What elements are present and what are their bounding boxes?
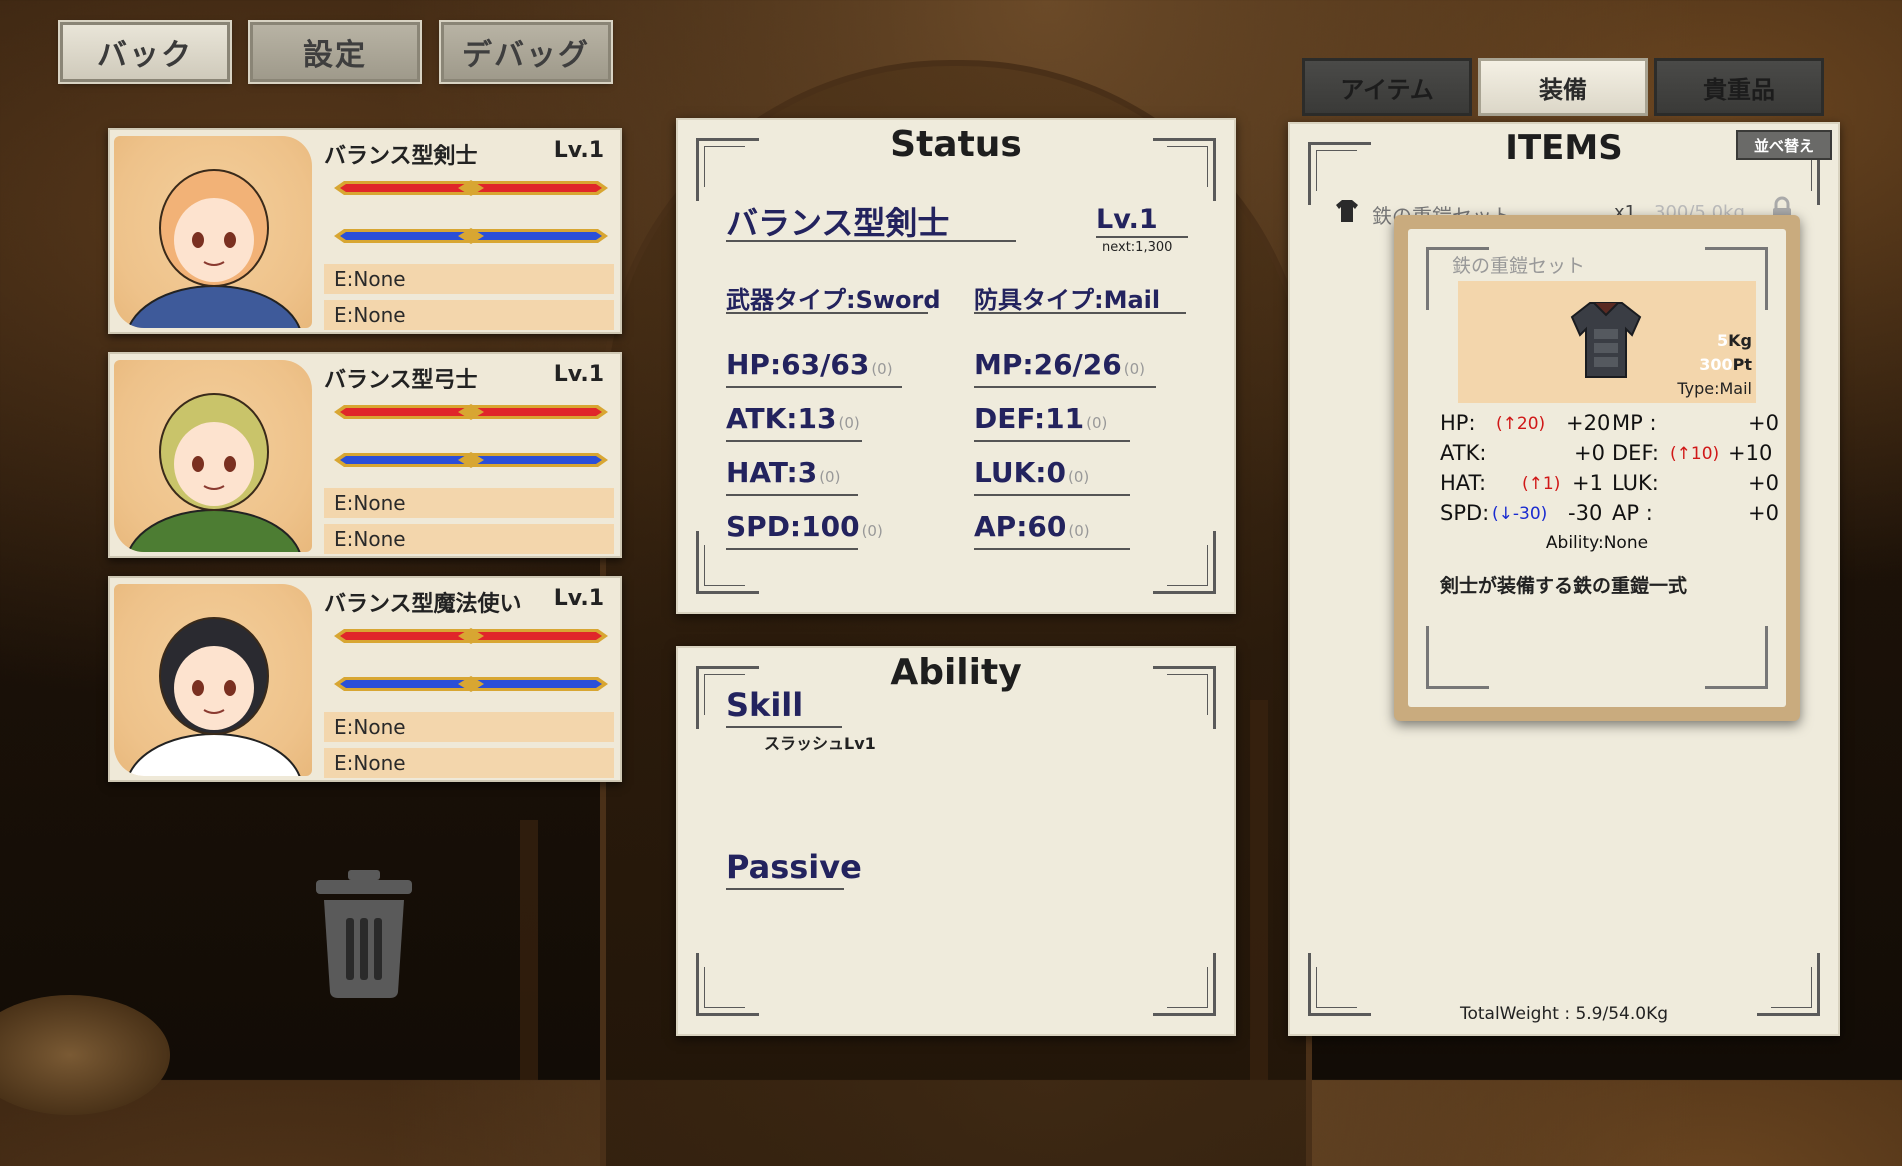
character-card[interactable]: バランス型魔法使い Lv.1 E:None E:None	[108, 576, 622, 782]
item-weight: 5Kg	[1717, 331, 1752, 350]
background-plank	[520, 820, 538, 1080]
item-detail-popup: 鉄の重鎧セット 5Kg 300Pt Type:Mail HP: (↑20) +2…	[1394, 215, 1800, 721]
stat-hp: HP:63/63 (0)	[726, 348, 893, 381]
detail-description: 剣士が装備する鉄の重鎧一式	[1440, 575, 1688, 597]
armor-icon	[1568, 299, 1644, 387]
sort-button[interactable]: 並べ替え	[1736, 130, 1832, 160]
detail-mp-label: MP :	[1612, 411, 1657, 435]
character-level: Lv.1	[553, 362, 604, 387]
detail-atk-label: ATK:	[1440, 441, 1487, 465]
status-title: Status	[890, 124, 1022, 165]
armor-icon	[1334, 198, 1360, 228]
equip-slot-2[interactable]: E:None	[324, 300, 614, 330]
detail-def-change: (↑10)	[1670, 444, 1720, 464]
equip-slot-2[interactable]: E:None	[324, 524, 614, 554]
passive-heading: Passive	[726, 848, 862, 886]
stat-luk: LUK:0 (0)	[974, 456, 1090, 489]
stat-def: DEF:11 (0)	[974, 402, 1108, 435]
detail-hp-value: +20	[1566, 411, 1611, 435]
detail-hp-label: HP:	[1440, 411, 1476, 435]
stat-spd: SPD:100 (0)	[726, 510, 883, 543]
detail-atk-value: +0	[1574, 441, 1605, 465]
item-price: 300Pt	[1699, 355, 1752, 374]
tab-valuables[interactable]: 貴重品	[1654, 58, 1824, 116]
character-level: Lv.1	[553, 586, 604, 611]
stat-atk: ATK:13 (0)	[726, 402, 860, 435]
character-name: バランス型魔法使い	[324, 592, 522, 617]
hp-bar	[332, 180, 610, 196]
tab-items[interactable]: アイテム	[1302, 58, 1472, 116]
stat-hat: HAT:3 (0)	[726, 456, 841, 489]
character-name: バランス型剣士	[324, 144, 478, 169]
stat-ap: AP:60 (0)	[974, 510, 1090, 543]
equip-slot-1[interactable]: E:None	[324, 488, 614, 518]
item-type: Type:Mail	[1677, 379, 1752, 398]
status-panel: Status バランス型剣士 Lv.1 next:1,300 武器タイプ:Swo…	[676, 118, 1236, 614]
settings-button[interactable]: 設定	[248, 20, 422, 84]
total-weight: TotalWeight : 5.9/54.0Kg	[1459, 1004, 1669, 1024]
character-level: Lv.1	[553, 138, 604, 163]
detail-def-value: +10	[1728, 441, 1773, 465]
detail-def-label: DEF:	[1612, 441, 1659, 465]
background-stump	[0, 995, 170, 1115]
character-name: バランス型弓士	[324, 368, 478, 393]
skill-heading: Skill	[726, 686, 804, 724]
status-next-exp: next:1,300	[1102, 240, 1173, 255]
character-card[interactable]: バランス型弓士 Lv.1 E:None E:None	[108, 352, 622, 558]
armor-type: 防具タイプ:Mail	[974, 286, 1161, 314]
trash-icon[interactable]	[312, 868, 416, 1000]
detail-hat-label: HAT:	[1440, 471, 1487, 495]
equip-slot-2[interactable]: E:None	[324, 748, 614, 778]
character-card[interactable]: バランス型剣士 Lv.1 E:None E:None	[108, 128, 622, 334]
item-image-box: 5Kg 300Pt Type:Mail	[1458, 281, 1756, 403]
skill-item[interactable]: スラッシュLv1	[764, 730, 876, 754]
status-character-name: バランス型剣士	[726, 204, 950, 242]
detail-mp-value: +0	[1748, 411, 1779, 435]
detail-ability: Ability:None	[1545, 533, 1649, 553]
detail-spd-change: (↓-30)	[1492, 504, 1548, 524]
tab-equipment[interactable]: 装備	[1478, 58, 1648, 116]
status-level: Lv.1	[1096, 204, 1158, 235]
back-button[interactable]: バック	[58, 20, 232, 84]
detail-luk-label: LUK:	[1612, 471, 1659, 495]
character-portrait	[114, 136, 312, 328]
detail-spd-value: -30	[1568, 501, 1603, 525]
detail-spd-label: SPD:	[1440, 501, 1490, 525]
detail-ap-value: +0	[1748, 501, 1779, 525]
character-portrait	[114, 584, 312, 776]
character-portrait	[114, 360, 312, 552]
ability-panel: Ability Skill スラッシュLv1 Passive	[676, 646, 1236, 1036]
equip-slot-1[interactable]: E:None	[324, 264, 614, 294]
weapon-type: 武器タイプ:Sword	[726, 286, 941, 314]
background-plank	[1250, 700, 1268, 1080]
mp-bar	[332, 228, 610, 244]
mp-bar	[332, 676, 610, 692]
detail-hat-value: +1	[1572, 471, 1603, 495]
detail-luk-value: +0	[1748, 471, 1779, 495]
debug-button[interactable]: デバッグ	[439, 20, 613, 84]
equip-slot-1[interactable]: E:None	[324, 712, 614, 742]
detail-hat-change: (↑1)	[1522, 474, 1561, 494]
stat-mp: MP:26/26 (0)	[974, 348, 1145, 381]
detail-hp-change: (↑20)	[1496, 414, 1546, 434]
item-detail-name: 鉄の重鎧セット	[1452, 255, 1586, 277]
hp-bar	[332, 628, 610, 644]
mp-bar	[332, 452, 610, 468]
hp-bar	[332, 404, 610, 420]
detail-ap-label: AP :	[1612, 501, 1653, 525]
